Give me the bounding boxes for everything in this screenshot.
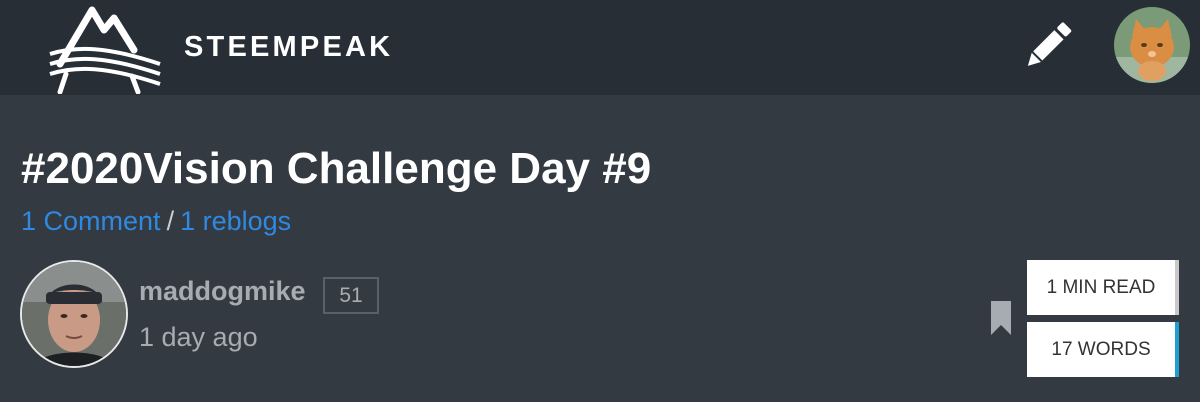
user-avatar[interactable]	[1114, 7, 1190, 83]
post-timestamp: 1 day ago	[139, 322, 258, 352]
brand-name[interactable]: STEEMPEAK	[184, 31, 393, 64]
word-count-badge: 17 WORDS	[1027, 322, 1179, 377]
author-name[interactable]: maddogmike	[139, 276, 306, 307]
top-navbar: STEEMPEAK	[0, 0, 1200, 95]
stats-separator: /	[166, 206, 175, 236]
steempeak-logo-icon[interactable]	[46, 4, 164, 94]
reblogs-link[interactable]: 1 reblogs	[180, 206, 291, 236]
author-photo-icon	[22, 262, 126, 366]
read-time-badge: 1 MIN READ	[1027, 260, 1179, 315]
reputation-badge: 51	[323, 277, 379, 314]
comments-link[interactable]: 1 Comment	[21, 206, 161, 236]
post-title: #2020Vision Challenge Day #9	[21, 144, 652, 193]
author-avatar[interactable]	[20, 260, 128, 368]
bookmark-icon[interactable]	[989, 301, 1013, 335]
post-stats: 1 Comment/1 reblogs	[21, 206, 291, 237]
kitten-avatar-icon	[1114, 7, 1190, 83]
pencil-icon[interactable]	[1018, 16, 1078, 74]
